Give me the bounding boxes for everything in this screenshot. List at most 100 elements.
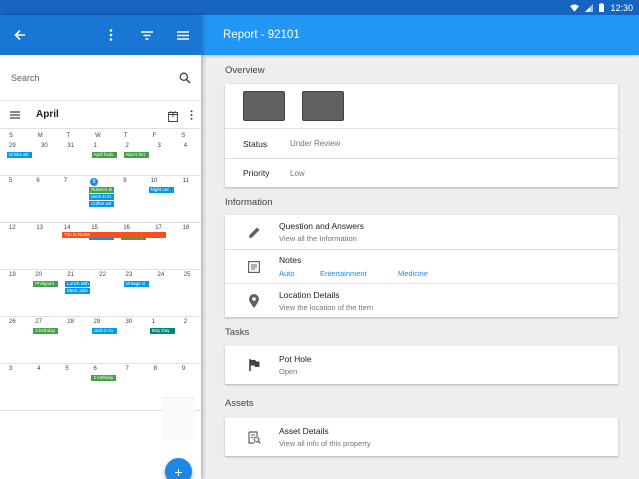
day-cell[interactable]: 12 [0, 223, 27, 269]
today-button[interactable]: 8 [168, 109, 178, 122]
day-cell[interactable]: 29 Josh in to [85, 317, 117, 363]
weekday-label: T [66, 133, 71, 139]
day-cell[interactable]: 30 [32, 141, 58, 175]
day-cell[interactable]: 14 [55, 223, 82, 269]
calendar-event[interactable]: Vintage ci [123, 281, 149, 287]
day-number: 29 [93, 319, 101, 325]
day-number: 23 [125, 272, 133, 278]
image-thumbnail[interactable] [243, 91, 285, 121]
information-card: Question and Answers View all the Inform… [225, 215, 618, 317]
calendar-event[interactable]: May Day [149, 328, 175, 334]
calendar-event[interactable]: Coffee wit [89, 201, 115, 207]
day-cell[interactable]: 27 3 birthday [26, 317, 59, 363]
status-value: Under Review [290, 139, 341, 148]
priority-label: Priority [243, 168, 270, 178]
day-cell[interactable]: 162 birthday [114, 223, 147, 269]
calendar-event[interactable]: Ruben's bi [89, 187, 115, 193]
day-cell[interactable]: 23 Vintage ci [117, 270, 149, 316]
day-cell[interactable]: 24 [149, 270, 175, 316]
calendar-event[interactable]: Drinks wit [7, 152, 32, 158]
filter-icon [141, 30, 153, 40]
day-cell[interactable]: 13 [27, 223, 54, 269]
search-bar [0, 55, 201, 101]
tag-auto[interactable]: Auto [279, 269, 320, 278]
day-cell[interactable]: 20 Philippa's [26, 270, 59, 316]
day-cell[interactable]: 19 [0, 270, 26, 316]
filter-button[interactable] [137, 25, 157, 45]
notes-tags: Auto Entertainment Medicine [279, 269, 428, 278]
signal-icon [585, 3, 594, 12]
day-cell[interactable]: 29 Drinks wit [0, 141, 32, 175]
day-cell[interactable]: 4 [28, 364, 56, 410]
section-overview-heading: Overview [225, 65, 265, 76]
status-row: Status Under Review [225, 129, 618, 158]
multi-day-event[interactable]: Trip to Rome [62, 232, 166, 238]
section-information-heading: Information [225, 197, 273, 208]
day-cell[interactable]: 5 [56, 364, 84, 410]
day-cell[interactable]: 2 [175, 317, 201, 363]
day-cell[interactable]: 25 [175, 270, 201, 316]
day-cell[interactable]: 21 Lunch with Meet Julie [58, 270, 91, 316]
calendar-event[interactable]: Alex's birt [123, 152, 149, 158]
day-cell[interactable]: 11 [174, 176, 201, 222]
tag-entertainment[interactable]: Entertainment [320, 269, 398, 278]
day-cell[interactable]: 31 [58, 141, 84, 175]
day-cell[interactable]: 3 [0, 364, 28, 410]
more-options-button[interactable] [101, 25, 121, 45]
day-cell[interactable]: 5 [0, 176, 27, 222]
calendar-event[interactable]: Lunch with [65, 281, 91, 287]
day-cell[interactable]: 15Karsh wit [82, 223, 115, 269]
day-cell[interactable]: 7 [55, 176, 82, 222]
day-number: 26 [9, 319, 16, 325]
day-cell[interactable]: 22 [90, 270, 116, 316]
day-number: 7 [125, 366, 129, 372]
day-cell[interactable]: 2 Alex's birt [117, 141, 149, 175]
day-cell[interactable]: 6 [27, 176, 54, 222]
more-vert-icon[interactable] [190, 109, 193, 120]
day-cell[interactable]: 1 May Day [143, 317, 175, 363]
calendar-event[interactable]: Philippa's [33, 281, 59, 287]
calendar-event[interactable]: Meet Julie [65, 288, 91, 294]
hamburger-icon[interactable] [10, 110, 20, 119]
day-number: 4 [183, 143, 188, 149]
calendar-event[interactable]: 3 birthday [33, 328, 59, 334]
day-cell[interactable]: 17 [146, 223, 173, 269]
task-row[interactable]: Pot Hole Open [225, 346, 618, 384]
image-thumbnail[interactable] [302, 91, 344, 121]
day-cell[interactable]: 1 April fools [85, 141, 117, 175]
day-number: 11 [182, 178, 189, 184]
back-button[interactable] [10, 25, 30, 45]
day-cell[interactable]: 30 [117, 317, 143, 363]
day-cell[interactable]: 28 [58, 317, 84, 363]
calendar-event[interactable]: 2 birthday [91, 375, 117, 381]
calendar-event[interactable]: Josh in to [91, 328, 117, 334]
menu-button[interactable] [173, 25, 193, 45]
status-bar: 12:30 [0, 0, 639, 15]
day-number: 27 [35, 319, 42, 325]
tag-medicine[interactable]: Medicine [398, 269, 428, 278]
day-number: 5 [9, 178, 13, 184]
day-number: 6 [93, 366, 97, 372]
day-cell[interactable]: 10 Night out [142, 176, 174, 222]
search-input[interactable] [11, 72, 161, 83]
calendar-event[interactable]: April fools [91, 152, 117, 158]
day-cell[interactable]: 9 [114, 176, 141, 222]
day-cell[interactable]: 18 [174, 223, 201, 269]
asset-details-row[interactable]: Asset Details View all info of this prop… [225, 418, 618, 456]
calendar-event[interactable]: Mom in to [89, 194, 115, 200]
search-icon[interactable] [179, 72, 191, 84]
day-number: 28 [67, 319, 74, 325]
notes-row[interactable]: Notes Auto Entertainment Medicine [225, 249, 618, 283]
day-cell[interactable]: 3 [149, 141, 175, 175]
day-cell[interactable]: 4 [175, 141, 201, 175]
add-event-button[interactable]: + [165, 458, 192, 479]
questions-answers-row[interactable]: Question and Answers View all the Inform… [225, 215, 618, 249]
day-cell[interactable]: 6 2 birthday [84, 364, 117, 410]
day-cell[interactable]: 7 [116, 364, 144, 410]
day-cell[interactable]: 8 Ruben's bi Mom in to Coffee wit [82, 176, 115, 222]
card-edge [162, 397, 195, 441]
location-details-row[interactable]: Location Details View the location of th… [225, 283, 618, 317]
day-cell[interactable]: 26 [0, 317, 26, 363]
calendar-event[interactable]: Night out [148, 187, 174, 193]
day-number: 2 [183, 319, 188, 325]
